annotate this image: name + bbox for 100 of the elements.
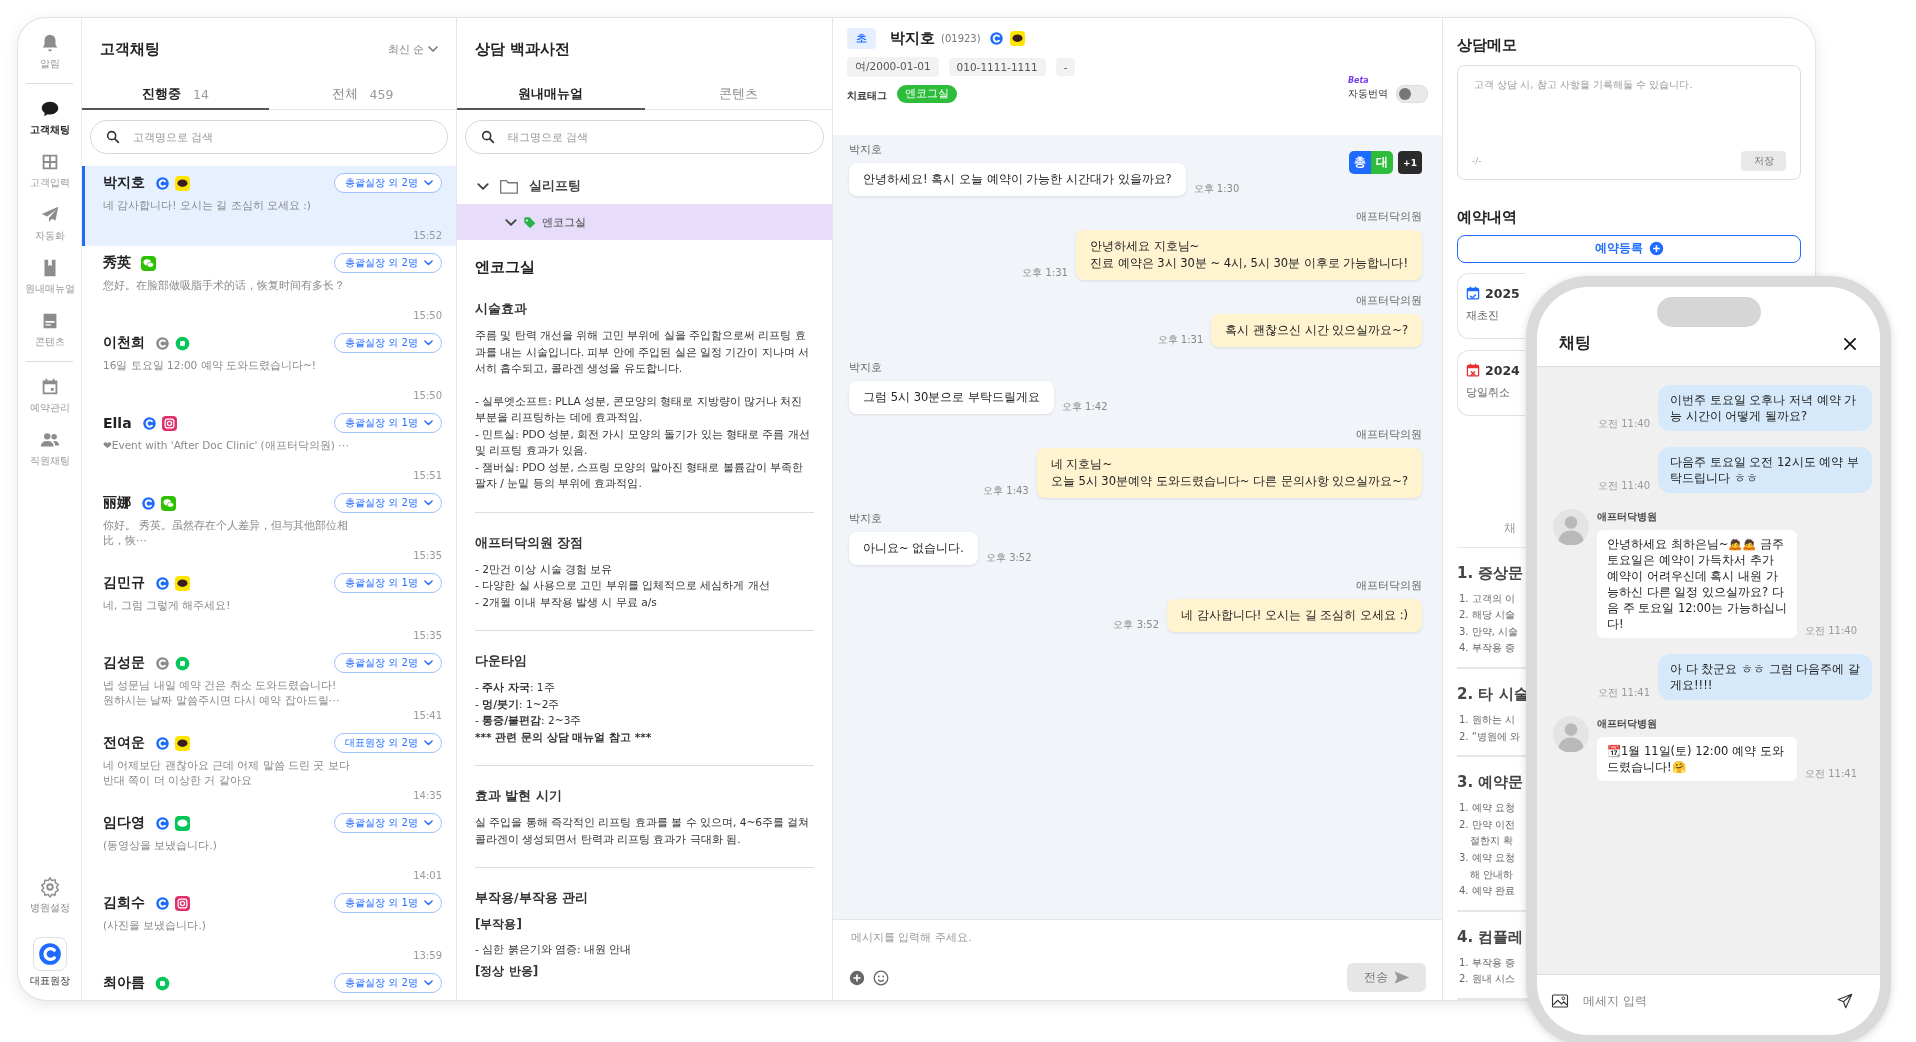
chat-list-item[interactable]: 이천희 총괄실장 외 2명 16일 토요일 12:00 예약 도와드렸습니다~! 15:50 — [82, 326, 456, 406]
send-icon[interactable] — [1836, 992, 1854, 1010]
timestamp: 15:51 — [413, 470, 442, 481]
plus-circle-icon[interactable] — [849, 969, 865, 986]
panel-title: 고객채팅 — [100, 39, 160, 59]
reservation-card[interactable]: 2025 재초진 — [1457, 272, 1525, 339]
timestamp: 오후 1:31 — [1157, 333, 1204, 347]
guide-item: 2. 만약 이전 — [1458, 817, 1515, 832]
chat-list-item[interactable]: 김성문 총괄실장 외 2명 넵 성문님 내일 예약 건은 취소 도와드렸습니다! 원하시는 날짜 말씀주시면 다시 예약 잡아드릴⋯ 15:41 — [82, 646, 456, 726]
nav-item[interactable]: 원내매뉴얼 — [19, 257, 80, 296]
nav-item[interactable]: 대표원장 — [19, 937, 80, 988]
guide-item: 2. “병원에 와 — [1458, 729, 1521, 744]
note-line: *** 관련 문의 상담 매뉴얼 참고 *** — [475, 729, 653, 745]
guide-item: 1. 원하는 시 — [1458, 713, 1515, 728]
search-icon — [105, 129, 121, 145]
caret-icon — [477, 182, 489, 190]
image-icon[interactable] — [1551, 992, 1569, 1010]
chat-list-item[interactable]: 최아름 총괄실장 외 2명 — [82, 966, 456, 1000]
bullet-line: - 2만건 이상 시술 경험 보유 — [475, 561, 614, 577]
info-chip: 여/2000-01-01 — [847, 57, 939, 77]
nav-item[interactable]: 병원설정 — [19, 876, 80, 915]
close-icon[interactable] — [1842, 335, 1858, 352]
nav-item[interactable]: 콘텐츠 — [19, 310, 80, 349]
logo-icon — [32, 937, 67, 971]
timestamp: 오후 3:52 — [985, 551, 1032, 565]
message-preview: 네 어제보단 괜찮아요 근데 어제 말씀 드린 곳 보다 반대 쪽이 더 이상한 거 같아요 — [103, 758, 351, 788]
assignee-dropdown[interactable]: 총괄실장 외 1명 — [334, 893, 442, 913]
tab[interactable]: 전체 459 — [269, 80, 456, 110]
memo-field[interactable]: 고객 상담 시, 참고 사항을 기록해둘 수 있습니다. -/- 저장 — [1457, 65, 1801, 181]
toggle-switch[interactable] — [1396, 85, 1428, 103]
customer-name: 김민규 — [103, 574, 145, 592]
smiley-icon[interactable] — [873, 969, 889, 986]
tab[interactable]: 원내매뉴얼 — [457, 80, 645, 110]
send-icon — [1393, 971, 1410, 984]
bullet-line: - 민트실: PDO 성분, 회전 가시 모양의 돌기가 있는 형태로 주름 개선 및 리프팅 효과가 있음. — [475, 426, 811, 458]
reservation-card[interactable]: 2024 당일취소 — [1457, 349, 1525, 416]
assignee-dropdown[interactable]: 총괄실장 외 1명 — [334, 413, 442, 433]
sender-name: 애프터닥의원 — [1356, 210, 1422, 224]
guide-item: 1. 고객의 이 — [1458, 591, 1515, 606]
tab[interactable]: 진행중 14 — [82, 80, 269, 110]
caret-icon — [424, 820, 433, 826]
assignee-dropdown[interactable]: 총괄실장 외 2명 — [334, 813, 442, 833]
memo-input[interactable]: 고객 상담 시, 참고 사항을 기록해둘 수 있습니다. — [1472, 76, 1786, 152]
assignee-dropdown[interactable]: 대표원장 외 2명 — [334, 733, 442, 753]
chat-list-item[interactable]: 丽娜 총괄실장 외 2명 你好。 秀英。虽然存在个人差异，但与其他部位相比，恢⋯ 15:35 — [82, 486, 456, 566]
paragraph: 실 주입을 통해 즉각적인 리프팅 효과를 볼 수 있으며, 4~6주를 걸쳐 콜라겐이 생성되면서 탄력과 리프팅 효과가 극대화 됨. — [475, 815, 811, 847]
assignee-dropdown[interactable]: 총괄실장 외 2명 — [334, 253, 442, 273]
nav-item[interactable]: 예약관리 — [19, 376, 80, 415]
chat-list-item[interactable]: 秀英 총괄실장 외 2명 您好。在脸部做吸脂手术的话，恢复时间有多长？ 15:50 — [82, 246, 456, 326]
section-title: 시술효과 — [475, 301, 528, 318]
article-title: 엔코그실 — [475, 258, 536, 277]
timestamp: 15:41 — [413, 710, 442, 721]
customer-name: 박지호 — [103, 174, 145, 192]
message-preview: 네 감사합니다! 오시는 길 조심히 오세요 :) — [103, 198, 312, 213]
beta-label: Beta — [1348, 76, 1369, 85]
chat-list-item[interactable]: 김희수 총괄실장 외 1명 (사진을 보냈습니다.) 13:59 — [82, 886, 456, 966]
folder-icon — [499, 177, 519, 195]
message-field[interactable]: 메시지를 입력해 주세요. — [849, 928, 1426, 958]
nav-item[interactable]: 알림 — [19, 32, 80, 71]
search-input[interactable]: 고객명으로 검색 — [131, 129, 433, 145]
message-bubble: 그럼 5시 30분으로 부탁드릴게요 — [849, 381, 1054, 414]
nav-item[interactable]: 직원채팅 — [19, 429, 80, 468]
customer-id: (01923) — [941, 33, 981, 44]
reservation-status: 당일취소 — [1466, 385, 1510, 400]
tree-item[interactable]: 실리프팅 — [457, 168, 832, 204]
message-preview: (사진을 보냈습니다.) — [103, 918, 207, 933]
bullet-line: - 멍/붓기: 1~2주 — [475, 696, 561, 712]
chat-list-item[interactable]: 박지호 총괄실장 외 2명 네 감사합니다! 오시는 길 조심히 오세요 :) 15:52 — [82, 166, 456, 246]
add-reservation-button[interactable]: 예약등록 — [1457, 235, 1801, 263]
guide-heading: 3. 예약문 — [1457, 773, 1524, 793]
chat-list-item[interactable]: 전여운 대표원장 외 2명 네 어제보단 괜찮아요 근데 어제 말씀 드린 곳 보다 반대 쪽이 더 이상한 거 같아요 14:35 — [82, 726, 456, 806]
tab[interactable]: 채 — [1504, 520, 1516, 535]
tab[interactable]: 콘텐츠 — [644, 80, 832, 110]
assignee-dropdown[interactable]: 총괄실장 외 2명 — [334, 333, 442, 353]
paragraph: 주름 및 탄력 개선을 위해 고민 부위에 실을 주입함으로써 리프팅 효과를 내는 시술입니다. 피부 안에 주입된 실은 일정 기간이 지나며 서서히 흡수되고, 콜라겐 생성을 유도합니다. — [475, 328, 811, 376]
sort-dropdown[interactable]: 최신 순 — [387, 41, 438, 57]
chat-list-item[interactable]: 임다영 총괄실장 외 2명 (동영상을 보냈습니다.) 14:01 — [82, 806, 456, 886]
assignee-badge: +1 — [1398, 151, 1422, 174]
nav-item[interactable]: 고객입력 — [19, 151, 80, 190]
guide-item: 4. 부작용 증 — [1458, 641, 1515, 656]
nav-item[interactable]: 고객채팅 — [19, 98, 80, 137]
chat-list-item[interactable]: Ella 총괄실장 외 1명 ❤Event with 'After Doc Clinic' (애프터닥의원) ⋯ 15:51 — [82, 406, 456, 486]
bullet-line: - 다양한 실 사용으로 고민 부위를 입체적으로 세심하게 개선 — [475, 578, 771, 593]
tree-item[interactable]: 엔코그실 — [457, 204, 832, 240]
guide-item: 3. 예약 요청 — [1458, 851, 1515, 866]
tag-icon — [523, 215, 536, 229]
chat-list-item[interactable]: 김민규 총괄실장 외 1명 네, 그럼 그렇게 해주세요! 15:35 — [82, 566, 456, 646]
assignee-dropdown[interactable]: 총괄실장 외 1명 — [334, 573, 442, 593]
assignee-dropdown[interactable]: 총괄실장 외 2명 — [334, 653, 442, 673]
section-title: 예약내역 — [1457, 208, 1518, 228]
assignee-dropdown[interactable]: 총괄실장 외 2명 — [334, 973, 442, 993]
message-field[interactable]: 메세지 입력 — [1581, 993, 1824, 1009]
caret-icon — [424, 260, 433, 266]
timestamp: 오전 11:41 — [1598, 686, 1650, 700]
assignee-dropdown[interactable]: 총괄실장 외 2명 — [334, 173, 442, 193]
assignee-dropdown[interactable]: 총괄실장 외 2명 — [334, 493, 442, 513]
search-input[interactable]: 태그명으로 검색 — [506, 129, 809, 145]
caret-icon — [424, 580, 433, 586]
caret-icon — [424, 180, 433, 186]
nav-item[interactable]: 자동화 — [19, 204, 80, 243]
